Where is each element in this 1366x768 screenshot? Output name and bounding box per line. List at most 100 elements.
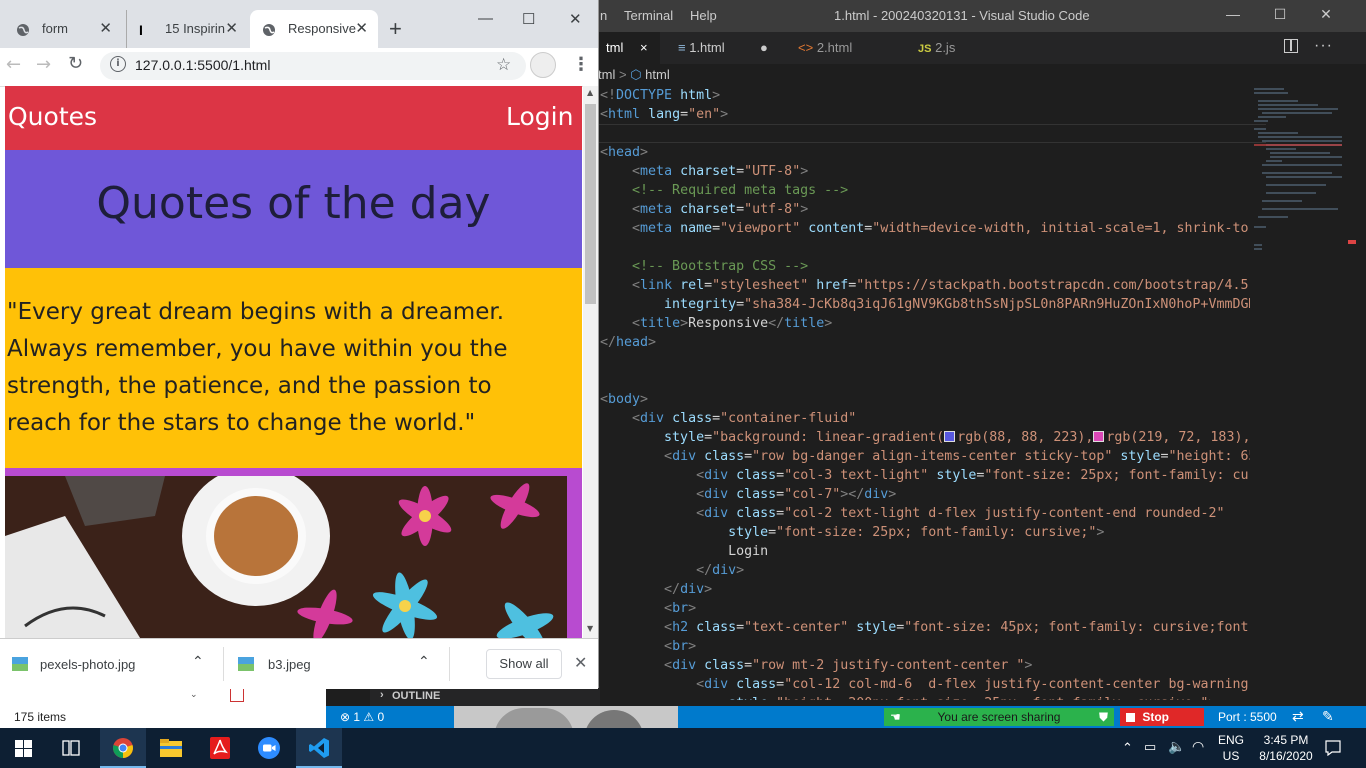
profile-avatar[interactable] <box>530 52 556 78</box>
code-line[interactable]: <div class="col-12 col-md-6 d-flex justi… <box>600 675 1250 694</box>
code-line[interactable]: <title>Responsive</title> <box>600 314 832 333</box>
code-token: ></ <box>840 487 865 502</box>
login-link[interactable]: Login <box>506 102 573 131</box>
menu-item-terminal[interactable]: Terminal <box>624 8 673 23</box>
code-line[interactable]: <br> <box>600 637 696 656</box>
scroll-thumb[interactable] <box>585 104 596 304</box>
chrome-taskbar-button[interactable] <box>100 728 146 768</box>
minimap[interactable] <box>1250 86 1346 256</box>
vscode-taskbar-button[interactable] <box>296 728 342 768</box>
chevron-up-icon[interactable]: ⌃ <box>1122 740 1133 756</box>
wifi-icon[interactable]: ◠ <box>1192 738 1204 755</box>
close-icon[interactable]: × <box>640 32 648 64</box>
code-editor[interactable]: <!DOCTYPE html> <html lang="en"> <head> <m… <box>600 86 1250 700</box>
code-line[interactable]: <body> <box>600 390 648 409</box>
code-line[interactable]: style="font-size: 25px; font-family: cur… <box>600 523 1104 542</box>
file-explorer-taskbar-button[interactable] <box>148 728 194 768</box>
more-actions-icon[interactable]: ··· <box>1314 37 1333 55</box>
code-line[interactable]: <h2 class="text-center" style="font-size… <box>600 618 1250 637</box>
code-line[interactable]: <head> <box>600 143 648 162</box>
code-line[interactable]: <meta name="viewport" content="width=dev… <box>600 219 1250 238</box>
code-line[interactable]: <!-- Bootstrap CSS --> <box>600 257 808 276</box>
code-line[interactable]: <div class="row mt-2 justify-content-cen… <box>600 656 1032 675</box>
code-line[interactable]: style="height: 200px;font-size: 25px; fo… <box>600 694 1216 700</box>
download-item[interactable]: pexels-photo.jpg ⌃ <box>0 639 222 689</box>
close-tab-icon[interactable]: ✕ <box>225 10 238 48</box>
code-line[interactable]: <div class="container-fluid" <box>600 409 856 428</box>
outline-section[interactable]: › OUTLINE <box>370 686 600 706</box>
editor-scrollbar[interactable] <box>1346 86 1360 706</box>
pdf-reader-taskbar-button[interactable] <box>197 728 243 768</box>
code-line[interactable]: integrity="sha384-JcKb8q3iqJ61gNV9KGb8th… <box>600 295 1250 314</box>
forward-arrow-icon[interactable]: → <box>36 54 51 75</box>
code-line[interactable]: <!DOCTYPE html> <box>600 86 720 105</box>
code-line[interactable]: <div class="col-7"></div> <box>600 485 896 504</box>
clock[interactable]: 3:45 PM 8/16/2020 <box>1252 732 1320 764</box>
task-view-icon[interactable] <box>62 740 80 756</box>
chevron-up-icon[interactable]: ⌃ <box>192 653 204 670</box>
chevron-up-icon[interactable]: ⌃ <box>418 653 430 670</box>
reload-icon[interactable]: ↻ <box>68 53 83 74</box>
code-line[interactable]: <!-- Required meta tags --> <box>600 181 848 200</box>
code-line[interactable]: <div class="col-2 text-light d-flex just… <box>600 504 1224 523</box>
volume-icon[interactable]: 🔈 <box>1168 738 1185 755</box>
problems-status[interactable]: ⊗ 1 ⚠ 0 <box>340 710 384 724</box>
vscode-close-button[interactable]: ✕ <box>1314 6 1338 26</box>
live-share-icon[interactable]: ⇄ <box>1292 708 1304 725</box>
battery-icon[interactable]: ▭ <box>1144 739 1156 755</box>
browser-tab-inspiring[interactable]: I 15 Inspiring ✕ <box>126 10 248 48</box>
action-center-icon[interactable] <box>1325 740 1341 756</box>
download-item[interactable]: b3.jpeg ⌃ <box>224 639 446 689</box>
windows-start-icon[interactable] <box>15 740 32 757</box>
code-line[interactable]: Login <box>600 542 768 561</box>
code-line[interactable]: <link rel="stylesheet" href="https://sta… <box>600 276 1250 295</box>
language-indicator[interactable]: ENG US <box>1216 732 1246 764</box>
back-arrow-icon[interactable]: ← <box>6 54 21 75</box>
menu-item-selection[interactable]: n <box>600 8 607 23</box>
show-all-button[interactable]: Show all <box>486 649 562 679</box>
kebab-menu-icon[interactable]: ⋮ <box>572 54 590 75</box>
bookmark-star-icon[interactable]: ☆ <box>496 55 511 75</box>
zoom-taskbar-button[interactable] <box>246 728 292 768</box>
scroll-up-icon[interactable]: ▲ <box>587 88 593 97</box>
code-line[interactable]: style="background: linear-gradient(rgb(8… <box>600 428 1250 447</box>
code-line[interactable]: </head> <box>600 333 656 352</box>
code-line[interactable]: </div> <box>600 561 744 580</box>
tab-current[interactable]: tml × <box>598 32 660 64</box>
new-tab-button[interactable]: + <box>389 18 402 40</box>
close-tab-icon[interactable]: ✕ <box>355 10 368 48</box>
code-line[interactable]: <meta charset="utf-8"> <box>600 200 808 219</box>
code-line[interactable]: <br> <box>600 599 696 618</box>
code-line[interactable]: <meta charset="UTF-8"> <box>600 162 808 181</box>
close-downloads-icon[interactable]: ✕ <box>574 653 587 673</box>
notifications-icon[interactable]: ✎ <box>1322 708 1334 725</box>
minimize-button[interactable]: — <box>478 10 493 27</box>
url-text[interactable]: 127.0.0.1:5500/1.html <box>135 57 270 73</box>
info-icon[interactable]: i <box>110 56 126 72</box>
tab-1-html[interactable]: ≡ 1.html ● <box>670 32 782 64</box>
stop-share-button[interactable]: Stop Share <box>1120 708 1204 742</box>
vscode-maximize-button[interactable]: ☐ <box>1268 6 1292 26</box>
tab-2-html[interactable]: <> 2.html <box>790 32 902 64</box>
breadcrumb-file[interactable]: tml <box>598 67 615 82</box>
close-tab-icon[interactable]: ✕ <box>99 10 112 48</box>
page-scrollbar[interactable]: ▲ ▼ <box>583 86 598 638</box>
brand-link[interactable]: Quotes <box>8 102 97 131</box>
code-line[interactable]: <div class="col-3 text-light" style="fon… <box>600 466 1250 485</box>
code-line[interactable]: <html lang="en"> <box>600 105 728 124</box>
maximize-button[interactable]: ☐ <box>522 10 535 28</box>
split-editor-icon[interactable] <box>1284 39 1298 53</box>
browser-tab-responsive[interactable]: Responsive ✕ <box>250 10 378 48</box>
scroll-down-icon[interactable]: ▼ <box>587 624 593 633</box>
code-line[interactable]: </div> <box>600 580 712 599</box>
vscode-minimize-button[interactable]: — <box>1221 6 1245 26</box>
menu-item-help[interactable]: Help <box>690 8 717 23</box>
code-line[interactable]: <div class="row bg-danger align-items-ce… <box>600 447 1250 466</box>
chevron-down-icon[interactable]: ⌄ <box>190 691 200 700</box>
port-status[interactable]: Port : 5500 <box>1218 710 1277 724</box>
browser-tab-form[interactable]: form ✕ <box>4 10 122 48</box>
tab-2-js[interactable]: JS 2.js <box>910 32 1010 64</box>
close-window-button[interactable]: ✕ <box>569 10 582 28</box>
breadcrumb-element[interactable]: html <box>645 67 670 82</box>
